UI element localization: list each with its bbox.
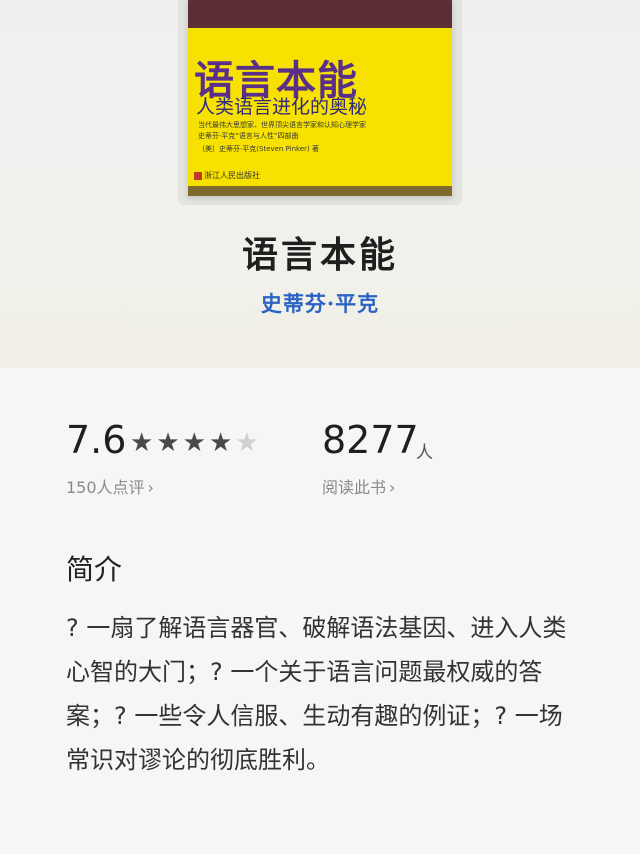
rating-stars: ★★★★★ <box>130 428 262 458</box>
cover-subtitle: 人类语言进化的奥秘 <box>196 96 368 118</box>
intro-text: ? 一扇了解语言器官、破解语法基因、进入人类心智的大门；? 一个关于语言问题最权… <box>66 614 567 774</box>
reviews-link[interactable]: 150人点评 › <box>66 474 154 498</box>
star-filled-icon: ★ <box>208 428 236 458</box>
cover-author-line: 〔美〕史蒂芬·平克(Steven Pinker) 著 <box>198 145 319 153</box>
cover-publisher-name: 浙江人民出版社 <box>204 171 260 180</box>
book-title: 语言本能 <box>241 234 398 276</box>
book-author-link[interactable]: 史蒂芬·平克 <box>0 288 640 318</box>
publisher-logo-icon <box>194 171 202 180</box>
cover-bottom-bar <box>188 186 452 196</box>
star-empty-icon: ★ <box>235 428 262 458</box>
star-filled-icon: ★ <box>130 428 157 458</box>
readers-count: 8277 <box>322 418 419 462</box>
readers-link[interactable]: 阅读此书 › <box>322 474 395 498</box>
readers-label: 阅读此书 <box>322 478 387 497</box>
book-cover-image[interactable]: 语言本能 人类语言进化的奥秘 当代最伟大思想家、世界顶尖语言学家和认知心理学家 … <box>188 0 452 196</box>
rating-score: 7.6 <box>66 418 127 462</box>
chevron-right-icon: › <box>389 478 396 497</box>
reviews-label: 150人点评 <box>66 478 145 497</box>
chevron-right-icon: › <box>147 478 154 497</box>
cover-publisher: 浙江人民出版社 <box>194 170 260 181</box>
cover-series: 史蒂芬·平克“语言与人性”四部曲 <box>198 132 299 140</box>
star-filled-icon: ★ <box>156 428 183 458</box>
intro-heading: 简介 <box>66 553 123 586</box>
cover-artwork <box>188 0 452 28</box>
cover-tagline: 当代最伟大思想家、世界顶尖语言学家和认知心理学家 <box>198 121 366 129</box>
readers-unit: 人 <box>416 443 433 463</box>
star-filled-icon: ★ <box>182 428 209 458</box>
